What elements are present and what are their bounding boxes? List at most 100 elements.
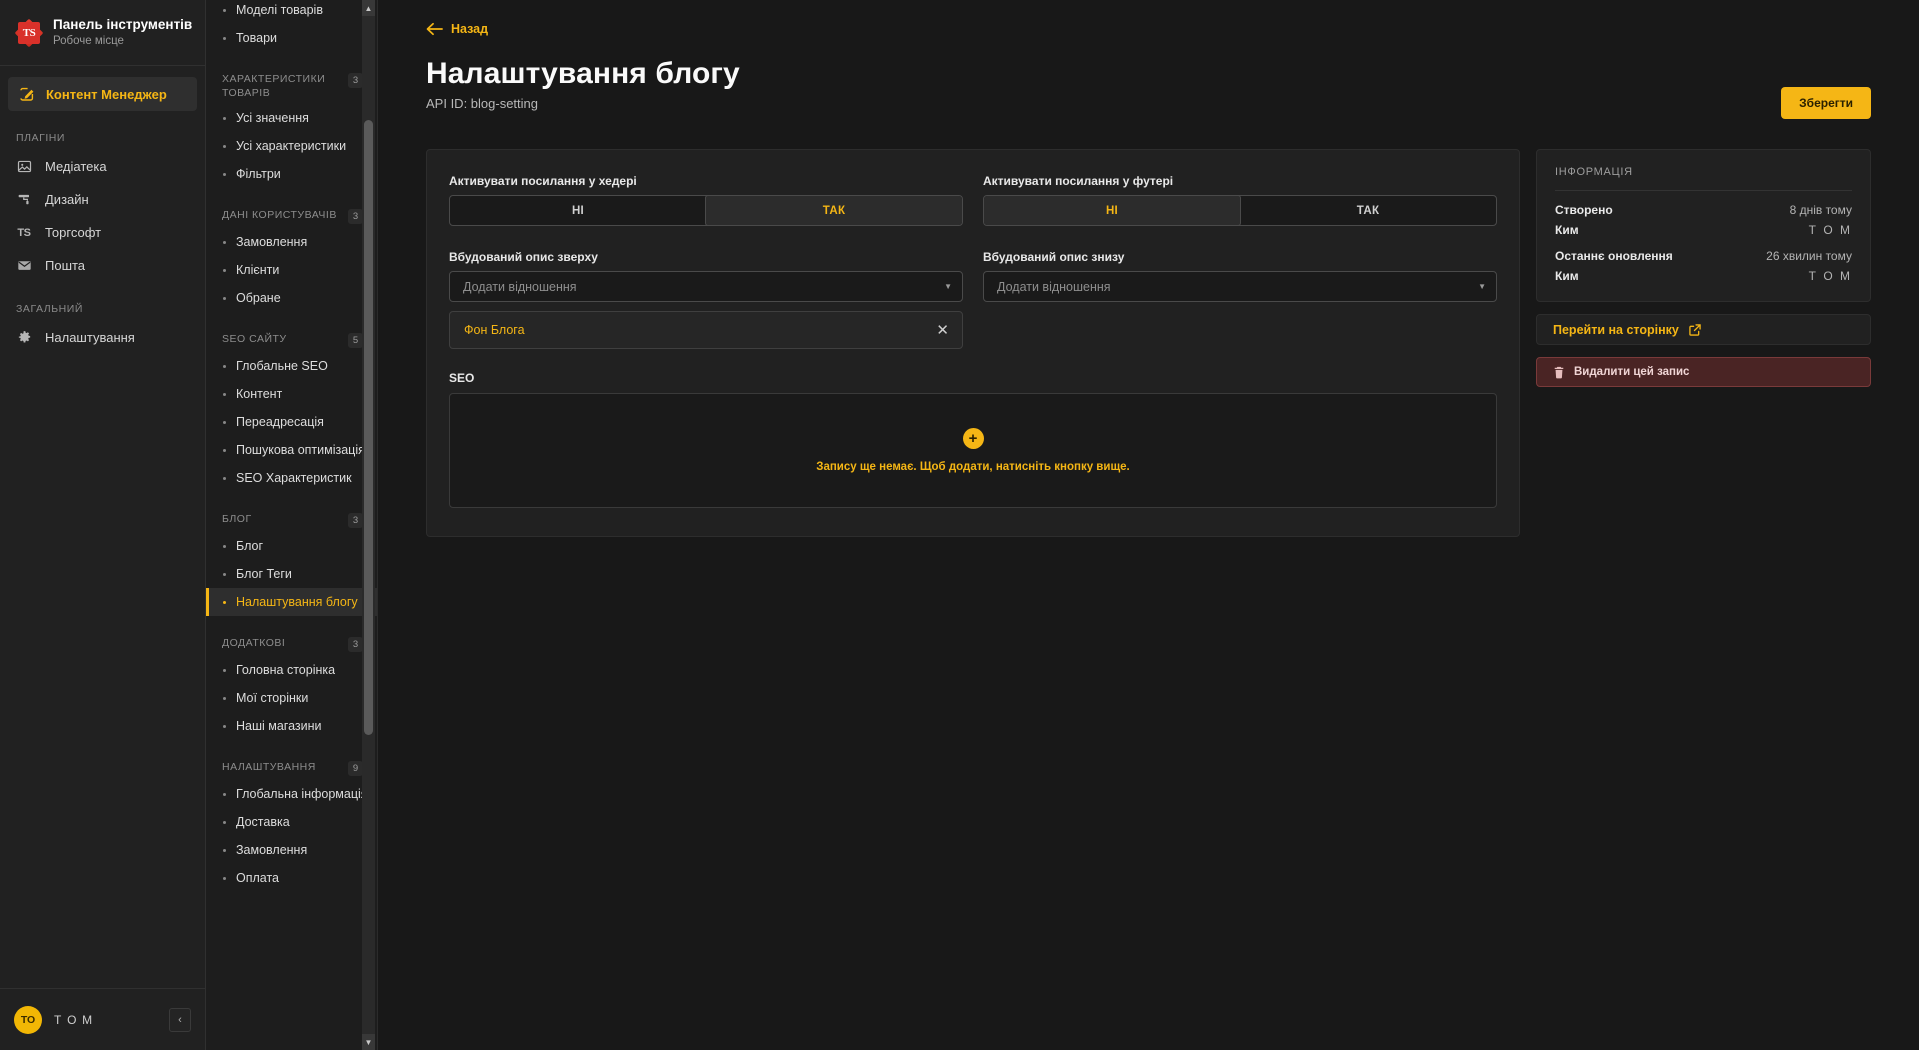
toggle-option-no[interactable]: НІ <box>984 196 1241 225</box>
plus-icon[interactable]: + <box>962 428 984 449</box>
ct-item-orders[interactable]: Замовлення <box>206 228 377 256</box>
header-links-toggle[interactable]: НІ ТАК <box>449 195 963 226</box>
toggle-option-yes[interactable]: ТАК <box>1240 196 1496 225</box>
ct-item-global-info[interactable]: Глобальна інформація <box>206 780 377 808</box>
bullet-icon <box>223 792 226 796</box>
seo-empty-state: + Запису ще немає. Щоб додати, натисніть… <box>449 393 1497 508</box>
ct-item-home-page[interactable]: Головна сторінка <box>206 656 377 684</box>
bullet-icon <box>223 820 226 824</box>
ct-item-orders-settings[interactable]: Замовлення <box>206 836 377 864</box>
toggle-option-yes[interactable]: ТАК <box>705 196 962 225</box>
goto-page-button[interactable]: Перейти на сторінку <box>1536 314 1871 345</box>
ct-item-all-values[interactable]: Усі значення <box>206 104 377 132</box>
ct-group-label: БЛОГ <box>222 513 252 526</box>
ct-group-label: ДАНІ КОРИСТУВАЧІВ <box>222 209 337 222</box>
sidebar-scrollbar[interactable]: ▲ ▼ <box>362 0 375 1050</box>
bullet-icon <box>223 144 226 148</box>
desc-top-relation-select[interactable]: Додати відношення ▼ <box>449 271 963 302</box>
user-name: Т О М <box>54 1012 94 1027</box>
sidebar-item-content-manager[interactable]: Контент Менеджер <box>8 77 197 111</box>
bullet-icon <box>223 600 226 604</box>
relation-chip-fon-bloga[interactable]: Фон Блога ✕ <box>449 311 963 349</box>
scroll-down-arrow-icon[interactable]: ▼ <box>362 1034 375 1050</box>
sidebar-item-torgsoft[interactable]: TS Торгсофт <box>0 216 205 249</box>
seo-label: SEO <box>449 371 475 385</box>
bullet-icon <box>223 572 226 576</box>
bullet-icon <box>223 364 226 368</box>
close-icon[interactable]: ✕ <box>936 321 949 339</box>
field-header-links: Активувати посилання у хедері НІ ТАК <box>449 174 963 226</box>
ct-group-badge: 3 <box>348 513 363 529</box>
ct-item-delivery[interactable]: Доставка <box>206 808 377 836</box>
api-id-label: API ID: blog-setting <box>426 96 538 111</box>
content-type-list: Моделі товарів Товари ХАРАКТЕРИСТИКИ ТОВ… <box>206 0 377 892</box>
bullet-icon <box>223 172 226 176</box>
bullet-icon <box>223 448 226 452</box>
save-button[interactable]: Зберегти <box>1781 87 1871 119</box>
ct-group-badge: 3 <box>348 209 363 225</box>
ct-item-favorites[interactable]: Обране <box>206 284 377 312</box>
chip-label: Фон Блога <box>464 323 525 337</box>
arrow-left-icon <box>426 22 443 36</box>
ct-item-product-models[interactable]: Моделі товарів <box>206 0 377 24</box>
bullet-icon <box>223 724 226 728</box>
info-key: Останнє оновлення <box>1555 249 1673 263</box>
desc-bottom-relation-select[interactable]: Додати відношення ▼ <box>983 271 1497 302</box>
ct-group-label: НАЛАШТУВАННЯ <box>222 761 316 774</box>
info-value: Т О М <box>1808 223 1852 237</box>
ct-item-my-pages[interactable]: Мої сторінки <box>206 684 377 712</box>
delete-record-button[interactable]: Видалити цей запис <box>1536 357 1871 387</box>
envelope-icon <box>16 258 32 274</box>
ct-item-seo-attributes[interactable]: SEO Характеристик <box>206 464 377 492</box>
sidebar-item-media-library[interactable]: Медіатека <box>0 150 205 183</box>
select-placeholder: Додати відношення <box>997 279 1111 294</box>
brand-header[interactable]: TS Панель інструментів Робоче місце <box>0 0 205 66</box>
ct-item-blog[interactable]: Блог <box>206 532 377 560</box>
delete-record-label: Видалити цей запис <box>1574 366 1690 378</box>
info-row-created: Створено 8 днів тому <box>1555 203 1852 217</box>
back-button[interactable]: Назад <box>426 22 488 36</box>
app-root: TS Панель інструментів Робоче місце Конт… <box>0 0 1919 1050</box>
chevron-left-icon[interactable]: ‹ <box>169 1007 191 1032</box>
ct-item-all-attributes[interactable]: Усі характеристики <box>206 132 377 160</box>
ct-item-blog-settings[interactable]: Налаштування блогу <box>206 588 377 617</box>
toggle-option-no[interactable]: НІ <box>450 196 706 225</box>
ct-item-search-optimization[interactable]: Пошукова оптимізація <box>206 436 377 464</box>
ct-item-filters[interactable]: Фільтри <box>206 160 377 188</box>
info-key: Ким <box>1555 269 1579 283</box>
scroll-up-arrow-icon[interactable]: ▲ <box>362 0 375 16</box>
bullet-icon <box>223 8 226 12</box>
ct-group-label: ДОДАТКОВІ <box>222 637 286 650</box>
primary-sidebar: TS Панель інструментів Робоче місце Конт… <box>0 0 206 1050</box>
ct-item-our-shops[interactable]: Наші магазини <box>206 712 377 740</box>
ct-item-label: Мої сторінки <box>236 691 309 706</box>
ct-item-content[interactable]: Контент <box>206 380 377 408</box>
ct-item-products[interactable]: Товари <box>206 24 377 52</box>
sidebar-item-settings[interactable]: Налаштування <box>0 321 205 354</box>
ct-item-label: Усі значення <box>236 111 309 126</box>
ct-group-label: ХАРАКТЕРИСТИКИ ТОВАРІВ <box>222 73 326 100</box>
bullet-icon <box>223 240 226 244</box>
bullet-icon <box>223 876 226 880</box>
primary-nav-list: Контент Менеджер ПЛАГІНИ Медіатека Дизай… <box>0 66 205 988</box>
image-icon <box>16 159 32 175</box>
ct-item-global-seo[interactable]: Глобальне SEO <box>206 352 377 380</box>
ct-item-blog-tags[interactable]: Блог Теги <box>206 560 377 588</box>
seo-empty-text: Запису ще немає. Щоб додати, натисніть к… <box>816 461 1130 473</box>
gear-icon <box>16 330 32 346</box>
footer-links-toggle[interactable]: НІ ТАК <box>983 195 1497 226</box>
ct-item-label: Наші магазини <box>236 719 322 734</box>
scrollbar-thumb[interactable] <box>364 120 373 735</box>
ct-item-label: Обране <box>236 291 281 306</box>
info-row-updated-by: Ким Т О М <box>1555 269 1852 283</box>
info-value: Т О М <box>1808 269 1852 283</box>
info-row-updated: Останнє оновлення 26 хвилин тому <box>1555 249 1852 263</box>
sidebar-item-mail[interactable]: Пошта <box>0 249 205 282</box>
avatar[interactable]: ТО <box>14 1005 42 1034</box>
ct-item-payment[interactable]: Оплата <box>206 864 377 892</box>
sidebar-item-design[interactable]: Дизайн <box>0 183 205 216</box>
ct-item-clients[interactable]: Клієнти <box>206 256 377 284</box>
ct-item-label: Усі характеристики <box>236 139 347 154</box>
field-label: Вбудований опис зверху <box>449 250 598 264</box>
ct-item-redirects[interactable]: Переадресація <box>206 408 377 436</box>
